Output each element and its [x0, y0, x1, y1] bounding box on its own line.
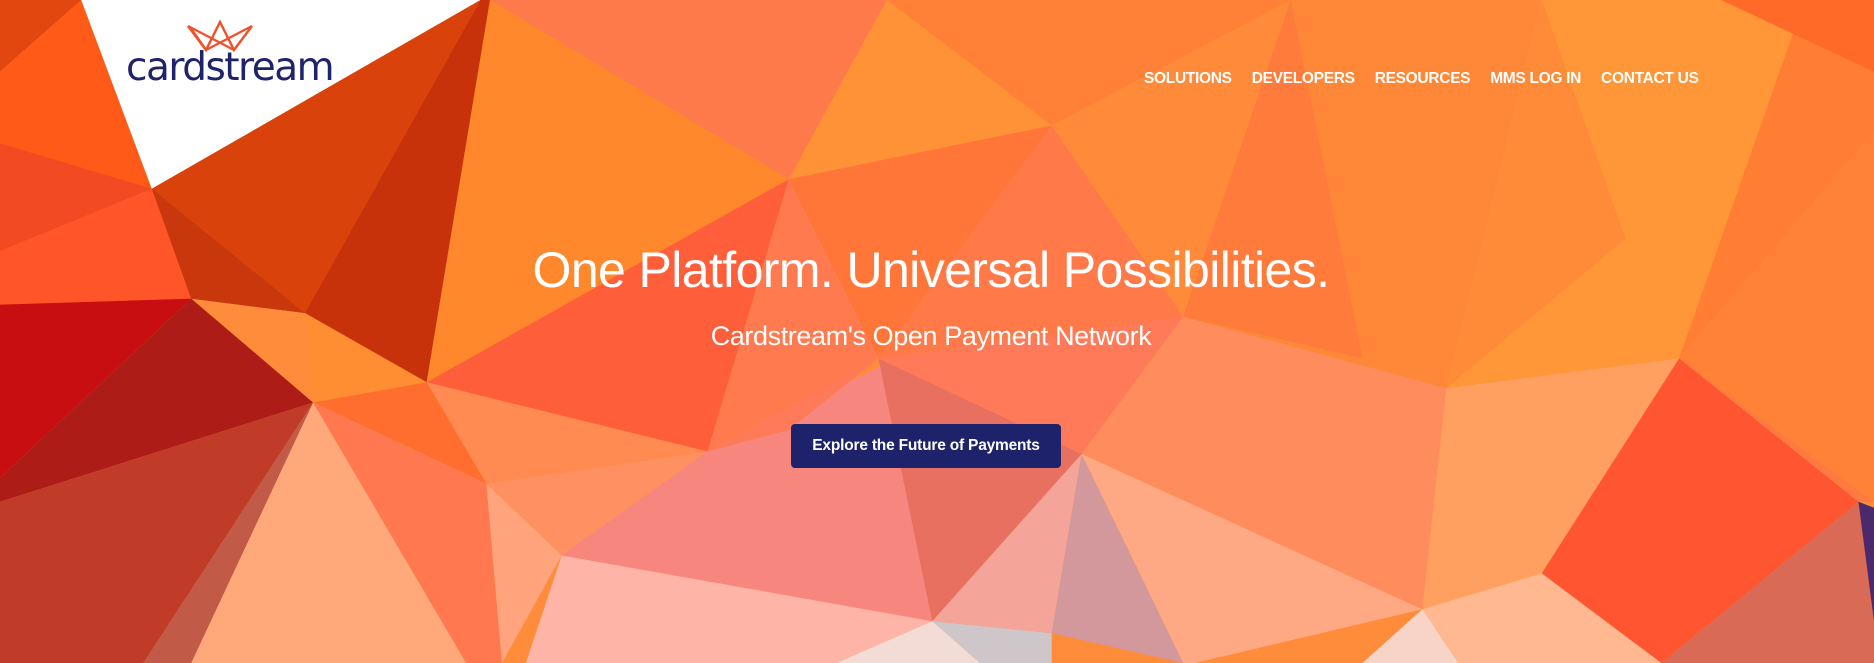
hero-subtitle: Cardstream's Open Payment Network: [710, 321, 1152, 351]
main-nav: SOLUTIONS DEVELOPERS RESOURCES MMS LOG I…: [1144, 70, 1719, 88]
explore-future-of-payments-button[interactable]: Explore the Future of Payments: [791, 424, 1061, 468]
brand-logo[interactable]: cardstream: [126, 18, 335, 90]
nav-item-solutions[interactable]: SOLUTIONS: [1144, 70, 1232, 88]
nav-item-developers[interactable]: DEVELOPERS: [1252, 70, 1355, 88]
hero-title: One Platform. Universal Possibilities.: [532, 242, 1331, 298]
brand-name: cardstream: [126, 45, 335, 90]
nav-item-contact-us[interactable]: CONTACT US: [1601, 70, 1699, 88]
nav-item-resources[interactable]: RESOURCES: [1375, 70, 1471, 88]
nav-item-mms-log-in[interactable]: MMS LOG IN: [1490, 70, 1581, 88]
